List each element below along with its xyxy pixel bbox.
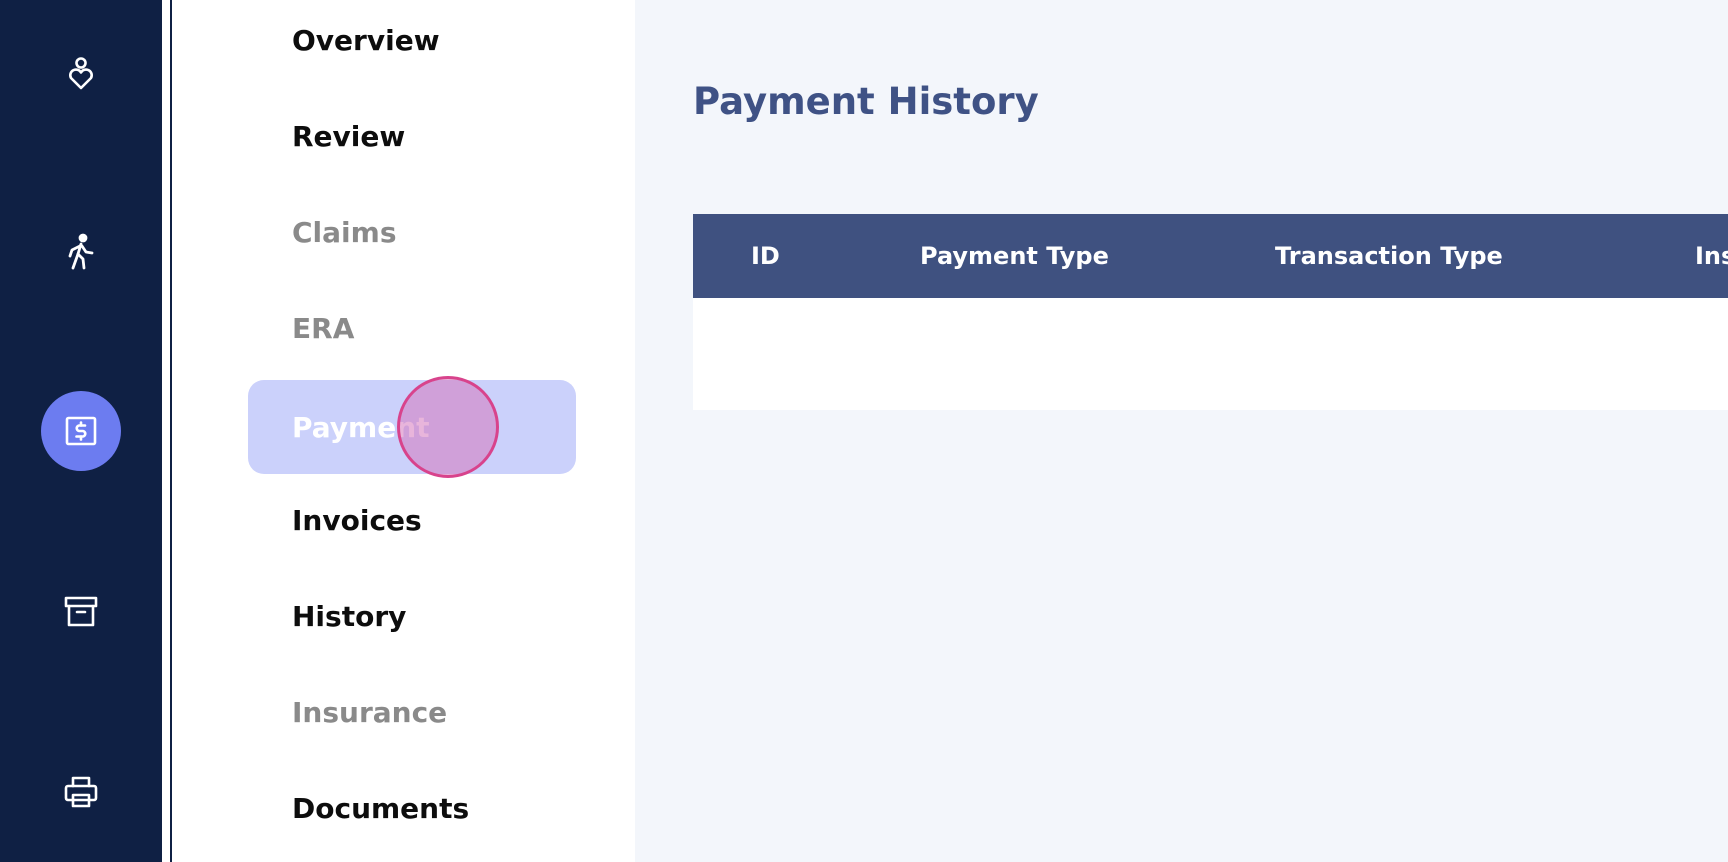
- rail-item-print[interactable]: [41, 752, 121, 832]
- column-header-payment-type[interactable]: Payment Type: [920, 214, 1109, 298]
- sub-navigation: Overview Review Claims ERA Payment Invoi…: [182, 0, 635, 862]
- subnav-item-label: ERA: [292, 311, 355, 345]
- rail-item-patient[interactable]: [41, 34, 121, 114]
- dollar-card-icon: [65, 416, 97, 446]
- subnav-item-documents[interactable]: Documents: [248, 761, 576, 855]
- subnav-item-insurance[interactable]: Insurance: [248, 665, 576, 759]
- subnav-item-label: Insurance: [292, 695, 448, 729]
- rail-divider: [162, 0, 182, 862]
- table-body-empty: [693, 298, 1728, 410]
- page-title: Payment History: [693, 80, 1039, 123]
- icon-rail: [0, 0, 162, 862]
- walking-person-icon: [68, 233, 94, 270]
- subnav-item-history[interactable]: History: [248, 569, 576, 663]
- column-header-insurance[interactable]: Ins: [1695, 214, 1728, 298]
- subnav-item-overview[interactable]: Overview: [248, 0, 576, 87]
- subnav-item-label: Review: [292, 119, 406, 153]
- printer-icon: [64, 776, 98, 808]
- main-content: Payment History ID Payment Type Transact…: [635, 0, 1728, 862]
- column-header-id[interactable]: ID: [751, 214, 780, 298]
- column-header-transaction-type[interactable]: Transaction Type: [1275, 214, 1503, 298]
- rail-item-billing[interactable]: [41, 391, 121, 471]
- heart-person-icon: [69, 57, 93, 90]
- payment-history-table: ID Payment Type Transaction Type Ins: [693, 214, 1728, 410]
- rail-item-activity[interactable]: [41, 212, 121, 292]
- subnav-item-payment[interactable]: Payment: [248, 380, 576, 474]
- subnav-item-review[interactable]: Review: [248, 89, 576, 183]
- subnav-item-label: Documents: [292, 791, 470, 825]
- subnav-item-label: Claims: [292, 215, 397, 249]
- rail-item-archive[interactable]: [41, 572, 121, 652]
- archive-box-icon: [64, 596, 98, 627]
- subnav-item-era[interactable]: ERA: [248, 281, 576, 375]
- subnav-item-label: History: [292, 599, 407, 633]
- subnav-item-claims[interactable]: Claims: [248, 185, 576, 279]
- table-header: ID Payment Type Transaction Type Ins: [693, 214, 1728, 298]
- subnav-item-label: Invoices: [292, 503, 422, 537]
- subnav-item-label: Payment: [292, 410, 430, 444]
- subnav-item-label: Overview: [292, 23, 440, 57]
- subnav-item-invoices[interactable]: Invoices: [248, 473, 576, 567]
